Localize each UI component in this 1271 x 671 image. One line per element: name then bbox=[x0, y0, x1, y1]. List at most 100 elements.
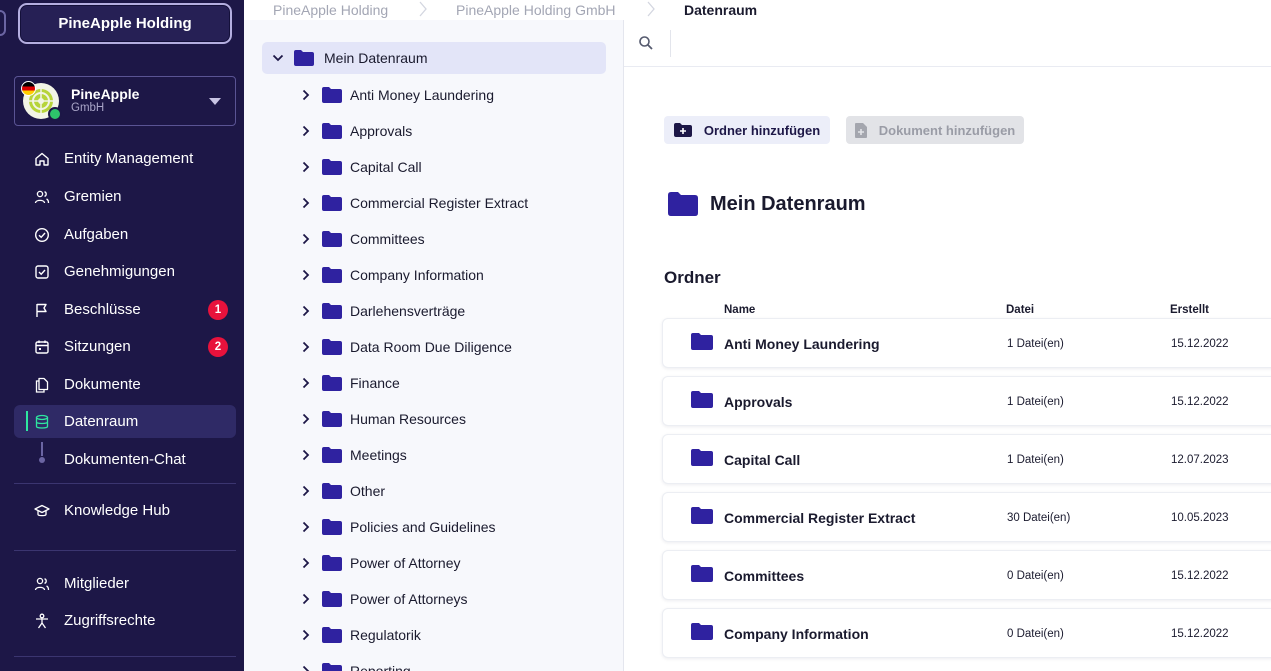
tree-root-mein-datenraum[interactable]: Mein Datenraum bbox=[262, 42, 606, 74]
folder-icon bbox=[322, 663, 342, 671]
chevron-right-icon[interactable] bbox=[300, 341, 312, 353]
tree-item[interactable]: Regulatorik bbox=[300, 621, 421, 649]
collapse-handle[interactable] bbox=[0, 10, 6, 36]
divider bbox=[670, 30, 671, 57]
folder-icon bbox=[322, 591, 342, 607]
chevron-down-icon bbox=[209, 98, 221, 105]
column-header-created[interactable]: Erstellt bbox=[1170, 304, 1209, 316]
tree-item[interactable]: Anti Money Laundering bbox=[300, 81, 494, 109]
graduation-cap-icon bbox=[34, 503, 50, 519]
nav-mitglieder[interactable]: Mitglieder bbox=[14, 567, 236, 600]
nav-label: Beschlüsse bbox=[64, 301, 141, 318]
chevron-right-icon[interactable] bbox=[300, 305, 312, 317]
file-count: 30 Datei(en) bbox=[1007, 512, 1071, 524]
nav-zugriffsrechte[interactable]: Zugriffsrechte bbox=[14, 604, 236, 637]
folder-icon bbox=[322, 231, 342, 247]
folder-row[interactable]: Anti Money Laundering 1 Datei(en) 15.12.20… bbox=[662, 318, 1271, 368]
chevron-right-icon[interactable] bbox=[300, 593, 312, 605]
flag-icon bbox=[34, 302, 50, 318]
tree-item[interactable]: Reporting bbox=[300, 657, 411, 671]
folder-icon bbox=[322, 303, 342, 319]
chevron-right-icon[interactable] bbox=[300, 89, 312, 101]
tree-item-label: Company Information bbox=[350, 267, 484, 283]
tree-item[interactable]: Power of Attorneys bbox=[300, 585, 468, 613]
search-bar[interactable] bbox=[624, 20, 1271, 67]
entity-name: PineApple bbox=[71, 86, 140, 103]
tree-item[interactable]: Approvals bbox=[300, 117, 412, 145]
column-header-files[interactable]: Datei bbox=[1006, 304, 1034, 316]
nav-entity-management[interactable]: Entity Management bbox=[14, 142, 236, 175]
nav-dokumente[interactable]: Dokumente bbox=[14, 368, 236, 401]
folder-icon bbox=[691, 565, 713, 582]
created-date: 15.12.2022 bbox=[1171, 338, 1229, 350]
folder-row[interactable]: Committees 0 Datei(en) 15.12.2022 bbox=[662, 550, 1271, 600]
tree-item[interactable]: Capital Call bbox=[300, 153, 422, 181]
folder-icon bbox=[322, 339, 342, 355]
chevron-right-icon[interactable] bbox=[300, 197, 312, 209]
column-header-name[interactable]: Name bbox=[724, 304, 755, 316]
tree-item-label: Power of Attorneys bbox=[350, 591, 468, 607]
nav-beschluesse[interactable]: Beschlüsse 1 bbox=[14, 293, 236, 326]
chevron-right-icon bbox=[646, 1, 656, 20]
chevron-right-icon[interactable] bbox=[300, 161, 312, 173]
add-document-button[interactable]: Dokument hinzufügen bbox=[846, 116, 1024, 144]
nav-dokumenten-chat[interactable]: Dokumenten-Chat bbox=[14, 443, 236, 476]
folder-row[interactable]: Commercial Register Extract 30 Datei(en) 1… bbox=[662, 492, 1271, 542]
nav-gremien[interactable]: Gremien bbox=[14, 180, 236, 213]
folder-row[interactable]: Approvals 1 Datei(en) 15.12.2022 bbox=[662, 376, 1271, 426]
chevron-right-icon[interactable] bbox=[300, 377, 312, 389]
nav-label: Zugriffsrechte bbox=[64, 612, 156, 629]
nav-label: Gremien bbox=[64, 188, 122, 205]
tree-item-label: Commercial Register Extract bbox=[350, 195, 529, 211]
folder-name: Capital Call bbox=[724, 452, 801, 468]
folder-icon bbox=[322, 87, 342, 103]
tree-item[interactable]: Data Room Due Diligence bbox=[300, 333, 512, 361]
people-icon bbox=[34, 189, 50, 205]
tree-item[interactable]: Power of Attorney bbox=[300, 549, 461, 577]
nav-knowledge-hub[interactable]: Knowledge Hub bbox=[14, 494, 236, 527]
chevron-right-icon[interactable] bbox=[300, 629, 312, 641]
company-switch-button[interactable]: PineApple Holding bbox=[18, 3, 232, 44]
chevron-right-icon[interactable] bbox=[300, 233, 312, 245]
add-folder-button[interactable]: Ordner hinzufügen bbox=[664, 116, 830, 144]
tree-item[interactable]: Darlehensverträge bbox=[300, 297, 465, 325]
nav-datenraum[interactable]: Datenraum bbox=[14, 405, 236, 438]
breadcrumb-item[interactable]: PineApple Holding GmbH bbox=[456, 2, 616, 18]
search-icon[interactable] bbox=[638, 35, 654, 51]
tree-item-label: Regulatorik bbox=[350, 627, 421, 643]
page-title-text: Mein Datenraum bbox=[710, 192, 866, 215]
nav-sitzungen[interactable]: Sitzungen 2 bbox=[14, 330, 236, 363]
tree-item[interactable]: Committees bbox=[300, 225, 425, 253]
chevron-right-icon[interactable] bbox=[300, 665, 312, 671]
tree-item[interactable]: Company Information bbox=[300, 261, 484, 289]
folder-name: Commercial Register Extract bbox=[724, 510, 916, 526]
tree-item[interactable]: Other bbox=[300, 477, 385, 505]
nav-label: Dokumente bbox=[64, 376, 141, 393]
nav-genehmigungen[interactable]: Genehmigungen bbox=[14, 255, 236, 288]
check-square-icon bbox=[34, 264, 50, 280]
chevron-right-icon[interactable] bbox=[300, 413, 312, 425]
nav-aufgaben[interactable]: Aufgaben bbox=[14, 218, 236, 251]
entity-avatar bbox=[21, 81, 62, 121]
chevron-right-icon[interactable] bbox=[300, 269, 312, 281]
chevron-right-icon[interactable] bbox=[300, 125, 312, 137]
tree-item[interactable]: Commercial Register Extract bbox=[300, 189, 528, 217]
breadcrumb-item[interactable]: PineApple Holding bbox=[273, 2, 388, 18]
created-date: 15.12.2022 bbox=[1171, 570, 1229, 582]
tree-item[interactable]: Human Resources bbox=[300, 405, 466, 433]
tree-root-label: Mein Datenraum bbox=[324, 50, 428, 66]
tree-item[interactable]: Finance bbox=[300, 369, 400, 397]
folder-row[interactable]: Capital Call 1 Datei(en) 12.07.2023 bbox=[662, 434, 1271, 484]
entity-selector[interactable]: PineApple GmbH bbox=[14, 76, 236, 126]
chevron-right-icon[interactable] bbox=[300, 449, 312, 461]
tree-item[interactable]: Meetings bbox=[300, 441, 407, 469]
folder-row[interactable]: Company Information 0 Datei(en) 15.12.2022 bbox=[662, 608, 1271, 658]
folder-icon bbox=[322, 123, 342, 139]
folder-icon bbox=[668, 192, 698, 216]
chevron-down-icon[interactable] bbox=[272, 52, 284, 64]
database-icon bbox=[34, 414, 50, 430]
chevron-right-icon[interactable] bbox=[300, 485, 312, 497]
tree-item[interactable]: Policies and Guidelines bbox=[300, 513, 496, 541]
chevron-right-icon[interactable] bbox=[300, 521, 312, 533]
chevron-right-icon[interactable] bbox=[300, 557, 312, 569]
